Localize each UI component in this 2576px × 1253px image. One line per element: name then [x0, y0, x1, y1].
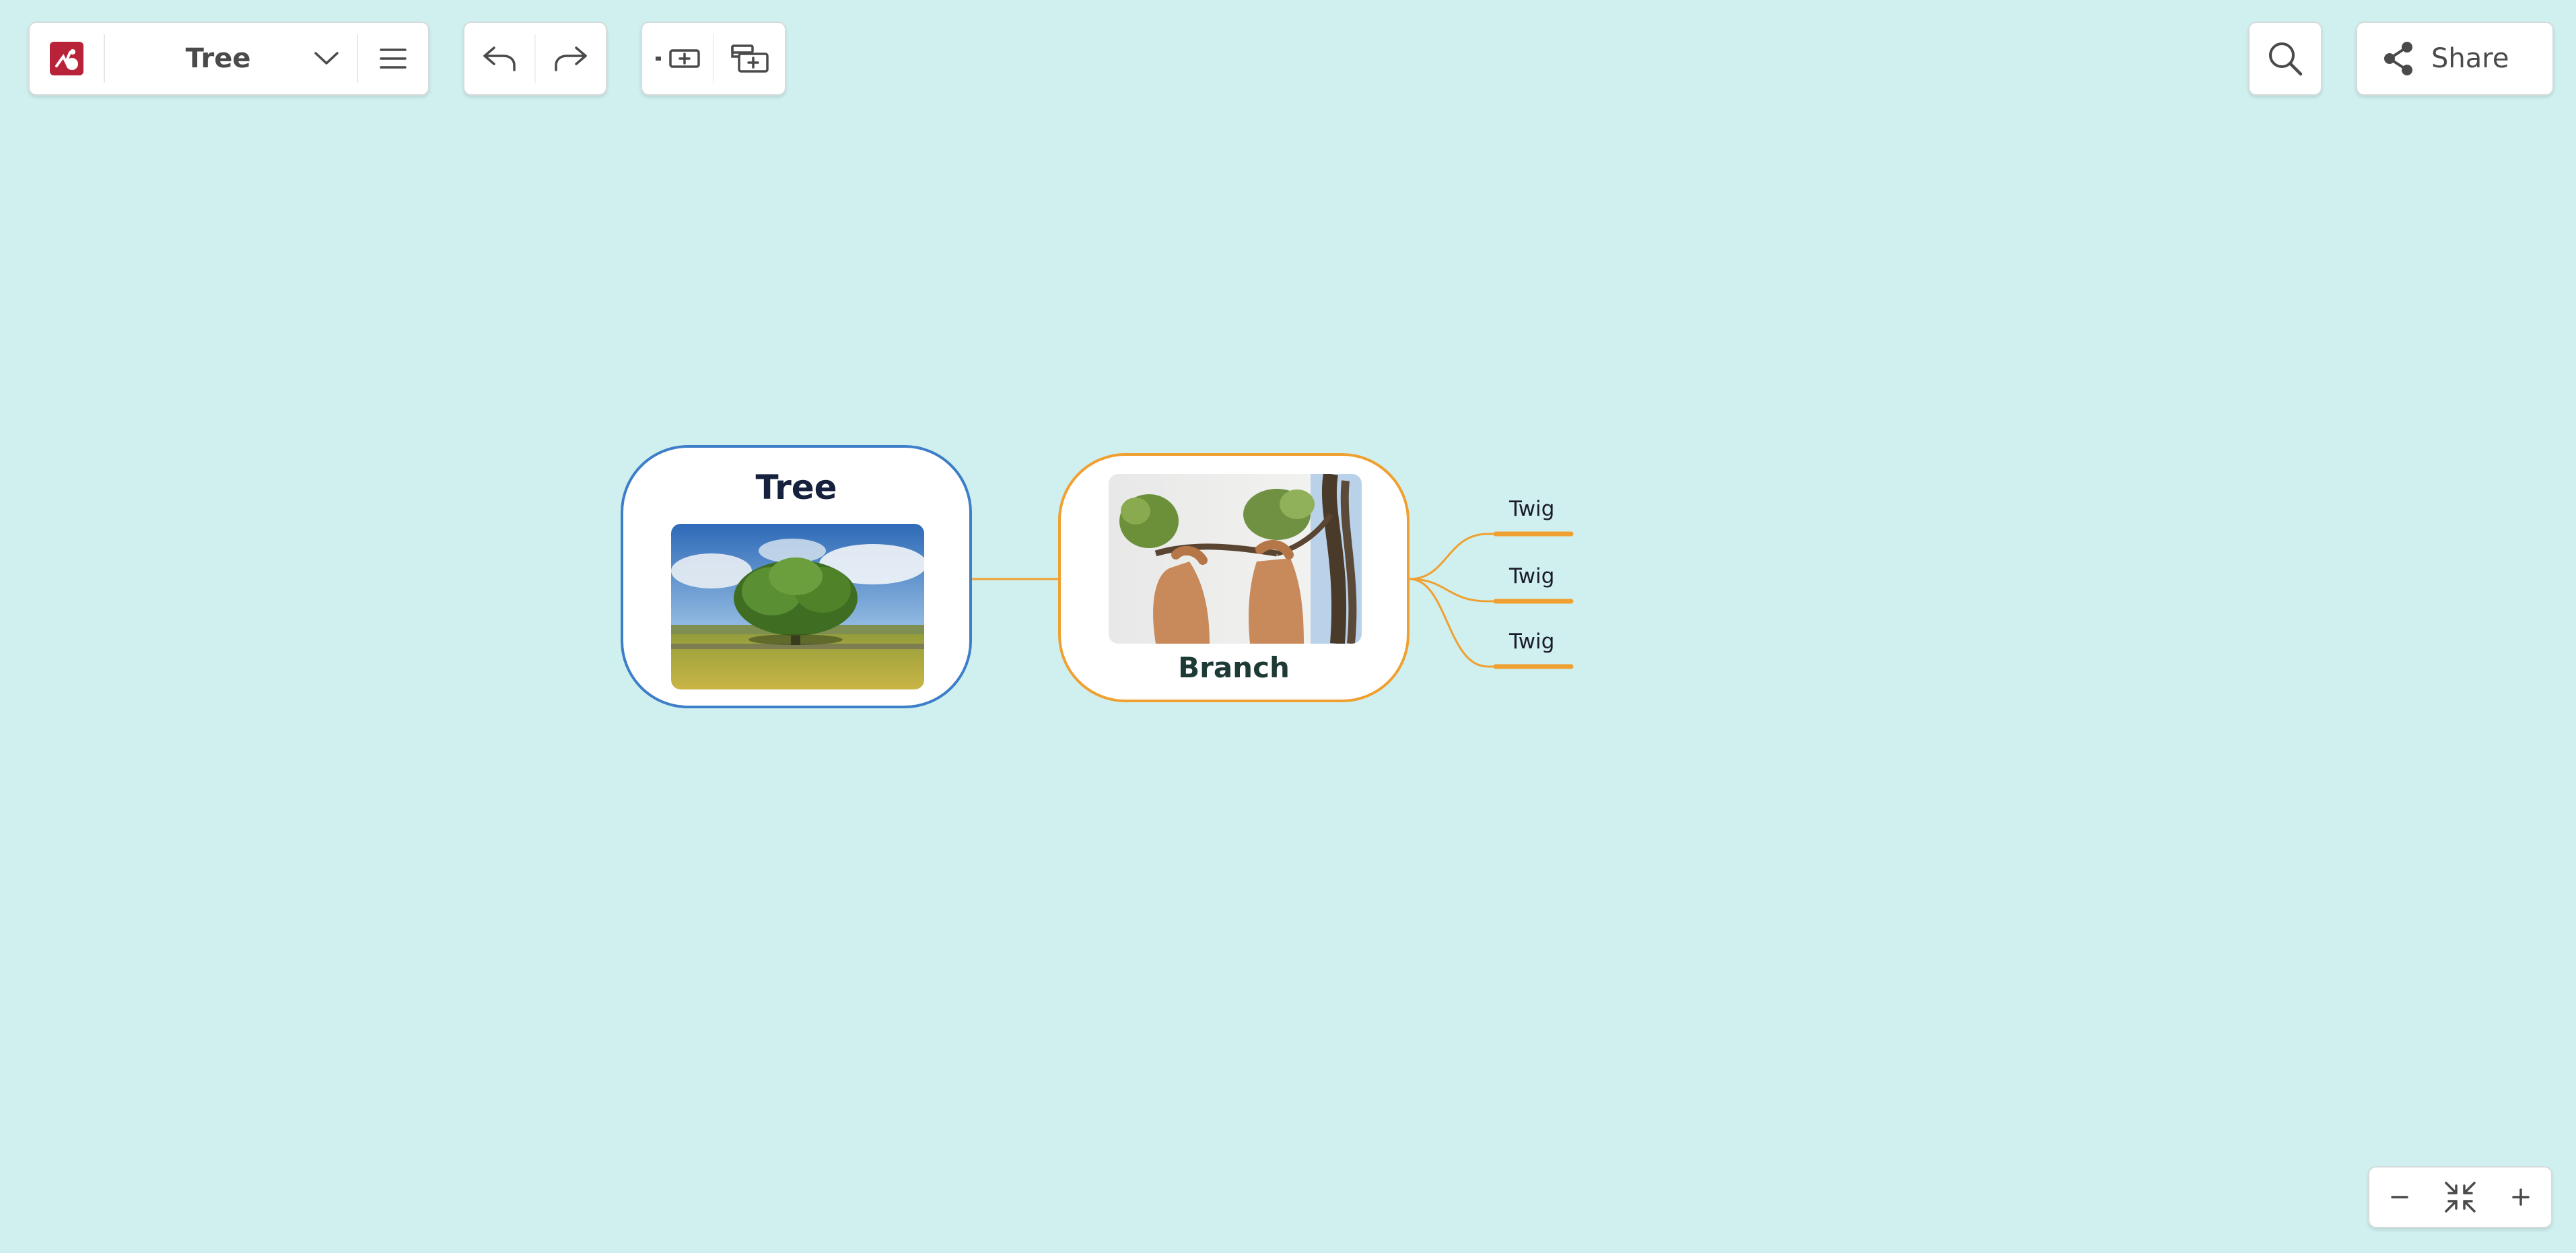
hands-holding-branch-image	[1109, 474, 1362, 644]
root-topic-node[interactable]: Tree	[621, 445, 972, 708]
branch-topic-node[interactable]: Branch	[1058, 453, 1409, 702]
zoom-in-button[interactable]	[2491, 1167, 2551, 1227]
branch-topic-title: Branch	[1178, 651, 1290, 684]
root-topic-title: Tree	[755, 468, 837, 507]
twig-topic[interactable]: Twig	[1509, 630, 1554, 654]
branch-to-twig-connector	[1409, 533, 1494, 580]
zoom-out-button[interactable]	[2369, 1167, 2430, 1227]
fit-to-screen-button[interactable]	[2430, 1167, 2491, 1227]
minus-icon	[2391, 1196, 2408, 1198]
twig-topic[interactable]: Twig	[1509, 497, 1554, 521]
plus-icon	[2512, 1188, 2530, 1206]
collapse-arrows-icon	[2445, 1182, 2476, 1213]
zoom-controls	[2368, 1166, 2552, 1228]
twig-topic[interactable]: Twig	[1509, 564, 1554, 588]
tree-photo-image	[671, 524, 924, 689]
